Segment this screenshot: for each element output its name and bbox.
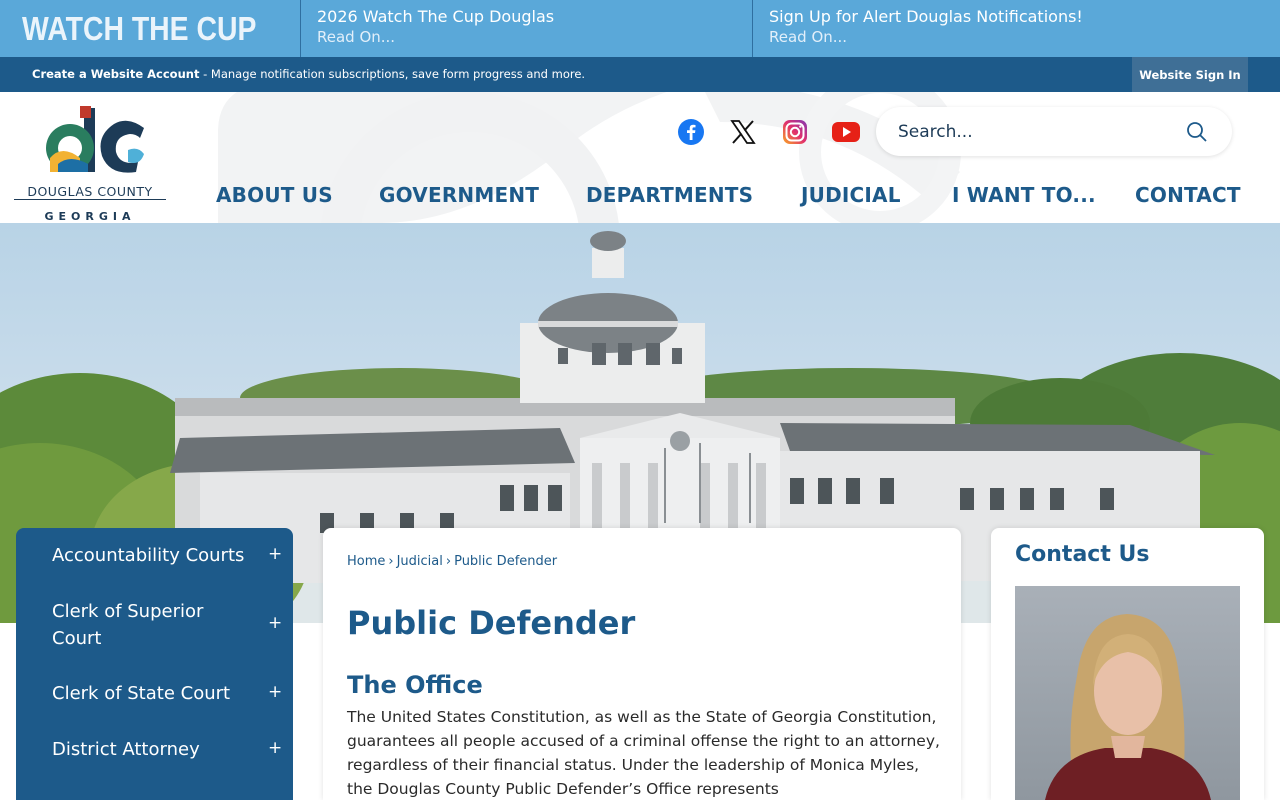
website-sign-in-button[interactable]: Website Sign In — [1132, 57, 1248, 92]
search-bar — [876, 107, 1232, 156]
portrait-illustration — [1045, 614, 1211, 800]
breadcrumb-home[interactable]: Home — [347, 554, 385, 569]
sidebar-nav: Accountability Courts + Clerk of Superio… — [16, 528, 293, 800]
dc-logo-mark — [46, 106, 144, 173]
expand-plus-icon[interactable]: + — [268, 682, 282, 702]
search-input[interactable] — [898, 121, 1178, 142]
expand-plus-icon[interactable]: + — [268, 544, 282, 564]
sidebar-item-label[interactable]: Accountability Courts — [52, 542, 244, 569]
alert-bar: WATCH THE CUP 2026 Watch The Cup Douglas… — [0, 0, 1280, 57]
breadcrumb-separator: › — [445, 554, 452, 569]
sidebar-item-accountability-courts[interactable]: Accountability Courts + — [16, 528, 293, 584]
breadcrumb: Home › Judicial › Public Defender — [347, 554, 557, 569]
alert-read-on-link[interactable]: Read On... — [769, 27, 1280, 48]
alert-item[interactable]: Sign Up for Alert Douglas Notifications!… — [752, 0, 1280, 57]
alert-brand-label: WATCH THE CUP — [22, 9, 257, 47]
account-message: Create a Website Account - Manage notifi… — [32, 67, 585, 81]
expand-plus-icon[interactable]: + — [268, 613, 282, 633]
nav-judicial[interactable]: JUDICIAL — [801, 183, 901, 207]
page-title: Public Defender — [347, 604, 636, 642]
main-content-card: Home › Judicial › Public Defender Public Def… — [323, 528, 961, 800]
logo-state-name: GEORGIA — [44, 210, 136, 223]
alert-item[interactable]: 2026 Watch The Cup Douglas Read On... — [300, 0, 752, 57]
nav-government[interactable]: GOVERNMENT — [379, 183, 539, 207]
contact-photo — [1015, 586, 1240, 800]
breadcrumb-judicial[interactable]: Judicial — [397, 554, 443, 569]
sidebar-item-district-attorney[interactable]: District Attorney + — [16, 724, 293, 780]
breadcrumb-current[interactable]: Public Defender — [454, 554, 557, 569]
breadcrumb-separator: › — [388, 554, 394, 569]
youtube-icon[interactable] — [831, 117, 861, 147]
sidebar-item-label[interactable]: Clerk of State Court — [52, 680, 230, 707]
x-icon[interactable] — [728, 117, 758, 147]
section-body-text: The United States Constitution, as well … — [347, 708, 940, 798]
sidebar-item-clerk-superior-court[interactable]: Clerk of Superior Court + — [16, 584, 293, 668]
account-bar: Create a Website Account - Manage notifi… — [0, 57, 1280, 92]
alert-read-on-link[interactable]: Read On... — [317, 27, 752, 48]
main-nav: ABOUT US GOVERNMENT DEPARTMENTS JUDICIAL… — [0, 183, 1280, 211]
instagram-icon[interactable] — [780, 117, 810, 147]
create-account-link[interactable]: Create a Website Account — [32, 67, 199, 81]
alert-brand[interactable]: WATCH THE CUP — [0, 0, 300, 57]
alert-title[interactable]: 2026 Watch The Cup Douglas — [317, 6, 752, 27]
sidebar-item-clerk-state-court[interactable]: Clerk of State Court + — [16, 668, 293, 724]
sidebar-item-label[interactable]: Clerk of Superior Court — [52, 598, 252, 652]
alert-title[interactable]: Sign Up for Alert Douglas Notifications! — [769, 6, 1280, 27]
expand-plus-icon[interactable]: + — [268, 738, 282, 758]
nav-departments[interactable]: DEPARTMENTS — [586, 183, 753, 207]
facebook-icon[interactable] — [676, 117, 706, 147]
section-title: The Office — [347, 671, 483, 699]
nav-i-want-to[interactable]: I WANT TO... — [952, 183, 1096, 207]
account-message-text: - Manage notification subscriptions, sav… — [199, 67, 586, 81]
search-icon[interactable] — [1186, 121, 1208, 143]
nav-about-us[interactable]: ABOUT US — [216, 183, 333, 207]
contact-title: Contact Us — [1015, 542, 1150, 567]
sidebar-item-label[interactable]: District Attorney — [52, 736, 200, 763]
nav-contact[interactable]: CONTACT — [1135, 183, 1241, 207]
contact-us-card: Contact Us — [991, 528, 1264, 800]
